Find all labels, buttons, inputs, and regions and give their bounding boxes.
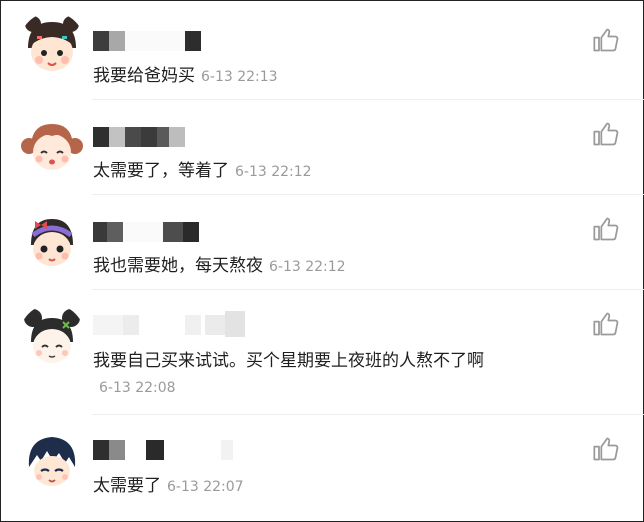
comment-text: 我要给爸妈买 6-13 22:13 — [93, 61, 278, 86]
thumbs-up-icon — [593, 312, 619, 336]
comment-time: 6-13 22:12 — [235, 164, 312, 180]
like-button[interactable] — [592, 120, 620, 148]
comment-text: 我要自己买来试试。买个星期要上夜班的人熬不了啊 — [93, 346, 484, 371]
comment-item: 太需要了，等着了 6-13 22:12 — [0, 100, 644, 195]
avatar-girl-bows-icon — [19, 12, 85, 78]
avatar-girl-buns-icon — [19, 304, 85, 370]
comment-body: 我也需要她，每天熬夜 — [93, 256, 263, 276]
thumbs-up-icon — [593, 217, 619, 241]
comment-text: 太需要了 6-13 22:07 — [93, 471, 244, 496]
username-redacted[interactable] — [93, 222, 203, 242]
comment-item: 我要给爸妈买 6-13 22:13 — [0, 0, 644, 100]
avatar-boy-icon — [19, 427, 85, 493]
like-button[interactable] — [592, 310, 620, 338]
avatar[interactable] — [19, 304, 85, 370]
avatar[interactable] — [19, 12, 85, 78]
username-redacted[interactable] — [93, 311, 245, 337]
avatar-girl-pigtails-icon — [19, 112, 85, 178]
comment-text: 太需要了，等着了 6-13 22:12 — [93, 156, 312, 181]
comment-time: 6-13 22:07 — [167, 479, 244, 495]
like-button[interactable] — [592, 435, 620, 463]
comment-item: 我也需要她，每天熬夜 6-13 22:12 — [0, 195, 644, 290]
username-redacted[interactable] — [93, 31, 208, 51]
thumbs-up-icon — [593, 437, 619, 461]
comment-text: 我也需要她，每天熬夜 6-13 22:12 — [93, 251, 346, 276]
avatar[interactable] — [19, 207, 85, 273]
comment-time: 6-13 22:08 — [99, 380, 176, 396]
comment-body: 我要自己买来试试。买个星期要上夜班的人熬不了啊 — [93, 351, 484, 371]
like-button[interactable] — [592, 26, 620, 54]
avatar[interactable] — [19, 427, 85, 493]
comment-item: 太需要了 6-13 22:07 — [0, 415, 644, 522]
thumbs-up-icon — [593, 122, 619, 146]
username-redacted[interactable] — [93, 127, 185, 147]
avatar-girl-headband-icon — [19, 207, 85, 273]
username-redacted[interactable] — [93, 440, 238, 460]
comment-body: 太需要了，等着了 — [93, 161, 229, 181]
comment-time: 6-13 22:13 — [201, 69, 278, 85]
comment-body: 我要给爸妈买 — [93, 66, 195, 86]
like-button[interactable] — [592, 215, 620, 243]
avatar[interactable] — [19, 112, 85, 178]
thumbs-up-icon — [593, 28, 619, 52]
comment-body: 太需要了 — [93, 476, 161, 496]
comment-time: 6-13 22:12 — [269, 259, 346, 275]
comment-item: 我要自己买来试试。买个星期要上夜班的人熬不了啊 6-13 22:08 — [0, 290, 644, 415]
